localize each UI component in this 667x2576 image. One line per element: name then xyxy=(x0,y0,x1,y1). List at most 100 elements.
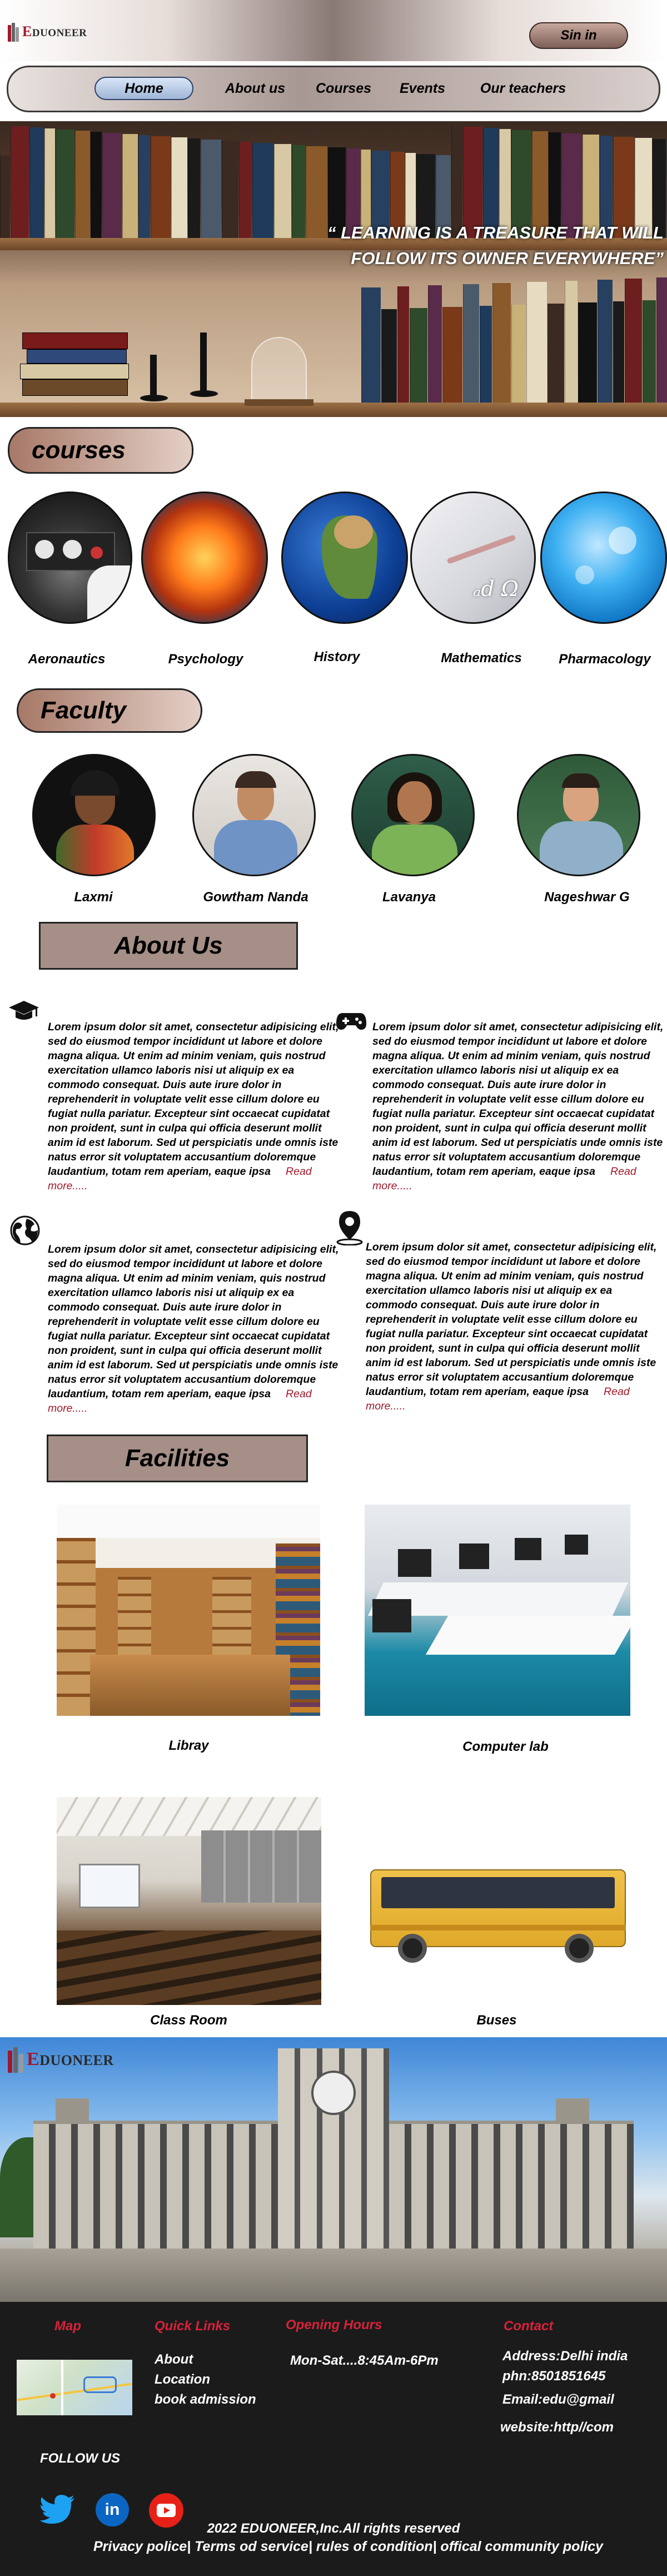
faculty-name-nageshwar-g: Nageshwar G xyxy=(544,890,630,905)
book-spine xyxy=(547,304,564,406)
book-spine xyxy=(239,142,252,239)
book-spine xyxy=(410,308,427,406)
course-label-aeronautics[interactable]: Aeronautics xyxy=(0,652,133,667)
brand-logo[interactable]: EDUONEER xyxy=(8,19,87,44)
footer-map-thumbnail[interactable] xyxy=(17,2360,132,2415)
book-spine xyxy=(0,156,10,239)
book-spine xyxy=(138,135,150,239)
book-spine xyxy=(463,284,479,406)
book-spine xyxy=(428,285,442,406)
footer-quick-links-heading: Quick Links xyxy=(155,2319,231,2334)
location-pin-icon xyxy=(336,1210,364,1245)
footer-quick-links: About Location book admission xyxy=(155,2350,256,2410)
banner-logo-books-icon xyxy=(8,2046,26,2073)
footer-opening-hours-heading: Opening Hours xyxy=(286,2317,382,2332)
course-label-history[interactable]: History xyxy=(270,649,404,665)
footer-address: Address:Delhi india xyxy=(502,2349,628,2364)
footer-policy-links[interactable]: Privacy police| Terms od service| rules … xyxy=(93,2537,667,2557)
nav-our-teachers[interactable]: Our teachers xyxy=(470,77,576,100)
book-spine xyxy=(480,306,492,406)
about-block-2: Lorem ipsum dolor sit amet, consectetur … xyxy=(372,1021,664,1192)
book-spine xyxy=(565,281,578,406)
book-spine xyxy=(442,307,462,406)
course-label-pharmacology[interactable]: Pharmacology xyxy=(542,652,667,667)
book-spine xyxy=(29,127,44,239)
book-spine xyxy=(151,136,171,239)
book-spine xyxy=(75,131,90,239)
footer-link-about[interactable]: About xyxy=(155,2350,256,2370)
library-image[interactable] xyxy=(57,1505,320,1716)
book-spine xyxy=(122,134,138,239)
globe-icon xyxy=(10,1215,40,1245)
course-mathematics-image[interactable]: ₐd Ω xyxy=(410,492,536,624)
course-psychology-image[interactable] xyxy=(141,492,268,624)
book-spine xyxy=(361,287,381,406)
about-block-1: Lorem ipsum dolor sit amet, consectetur … xyxy=(48,1021,339,1192)
faculty-name-lavanya: Lavanya xyxy=(382,890,436,905)
faculty-name-laxmi: Laxmi xyxy=(74,890,113,905)
facility-label-computer-lab: Computer lab xyxy=(462,1739,549,1754)
nav-about-us[interactable]: About us xyxy=(213,77,297,100)
book-spine xyxy=(492,283,511,406)
facilities-heading: Facilities xyxy=(47,1435,308,1482)
course-label-psychology[interactable]: Psychology xyxy=(139,652,272,667)
faculty-photo-gowtham-nanda[interactable] xyxy=(192,754,316,876)
footer-link-book-admission[interactable]: book admission xyxy=(155,2390,256,2410)
book-spine xyxy=(171,137,187,239)
footer-map-heading: Map xyxy=(54,2319,81,2334)
banner-brand-name: EDUONEER xyxy=(27,2049,114,2069)
book-spine xyxy=(201,140,221,239)
book-spine xyxy=(598,280,613,406)
signin-button[interactable]: Sin in xyxy=(529,22,628,49)
book-spine xyxy=(252,143,273,239)
book-spine xyxy=(91,132,102,239)
course-label-mathematics[interactable]: Mathematics xyxy=(415,651,548,666)
footer-phone[interactable]: phn:8501851645 xyxy=(502,2366,628,2386)
facility-label-buses: Buses xyxy=(476,2013,517,2028)
faculty-photo-lavanya[interactable] xyxy=(351,754,475,876)
classroom-image[interactable] xyxy=(57,1797,321,2005)
gamepad-icon xyxy=(336,1011,367,1031)
book-spine xyxy=(511,305,526,406)
book-spine xyxy=(643,300,656,406)
facility-label-library: Libray xyxy=(168,1738,209,1753)
faculty-name-gowtham-nanda: Gowtham Nanda xyxy=(203,890,308,905)
faculty-photo-laxmi[interactable] xyxy=(32,754,156,876)
course-history-image[interactable] xyxy=(281,492,408,624)
computer-lab-image[interactable] xyxy=(365,1505,630,1716)
footer-email[interactable]: Email:edu@gmail xyxy=(502,2390,628,2410)
about-block-3: Lorem ipsum dolor sit amet, consectetur … xyxy=(48,1243,339,1414)
about-block-4: Lorem ipsum dolor sit amet, consectetur … xyxy=(366,1241,657,1412)
book-spine xyxy=(102,133,122,239)
banner-logo[interactable]: EDUONEER xyxy=(8,2046,114,2073)
footer-website[interactable]: website:http//com xyxy=(500,2418,628,2438)
course-aeronautics-image[interactable] xyxy=(8,492,132,624)
brand-name: EDUONEER xyxy=(22,23,87,39)
campus-banner-image xyxy=(0,2037,667,2302)
nav-courses[interactable]: Courses xyxy=(310,77,377,100)
book-spine xyxy=(44,128,55,239)
footer-follow-us: FOLLOW US xyxy=(40,2451,120,2466)
hero-quote: “ LEARNING IS A TREASURE THAT WILL FOLLO… xyxy=(327,223,664,268)
book-spine xyxy=(222,141,238,239)
courses-heading: courses xyxy=(8,427,193,474)
book-spine xyxy=(292,145,305,239)
nav-events[interactable]: Events xyxy=(395,77,450,100)
book-spine xyxy=(656,277,667,406)
book-spine xyxy=(11,126,29,239)
footer-link-location[interactable]: Location xyxy=(155,2370,256,2390)
faculty-photo-nageshwar-g[interactable] xyxy=(517,754,640,876)
graduation-cap-icon xyxy=(8,999,40,1023)
facility-label-class-room: Class Room xyxy=(150,2013,227,2028)
book-spine xyxy=(188,138,200,239)
logo-books-icon xyxy=(8,22,21,42)
footer-opening-hours: Mon-Sat....8:45Am-6Pm xyxy=(290,2353,439,2368)
nav-home[interactable]: Home xyxy=(94,77,193,100)
book-spine xyxy=(381,309,397,406)
bus-image[interactable] xyxy=(365,1864,629,1975)
course-pharmacology-image[interactable] xyxy=(540,492,667,624)
faculty-heading: Faculty xyxy=(17,688,202,733)
footer-contact-heading: Contact xyxy=(504,2319,554,2334)
book-spine xyxy=(397,286,409,406)
book-spine xyxy=(56,130,74,239)
